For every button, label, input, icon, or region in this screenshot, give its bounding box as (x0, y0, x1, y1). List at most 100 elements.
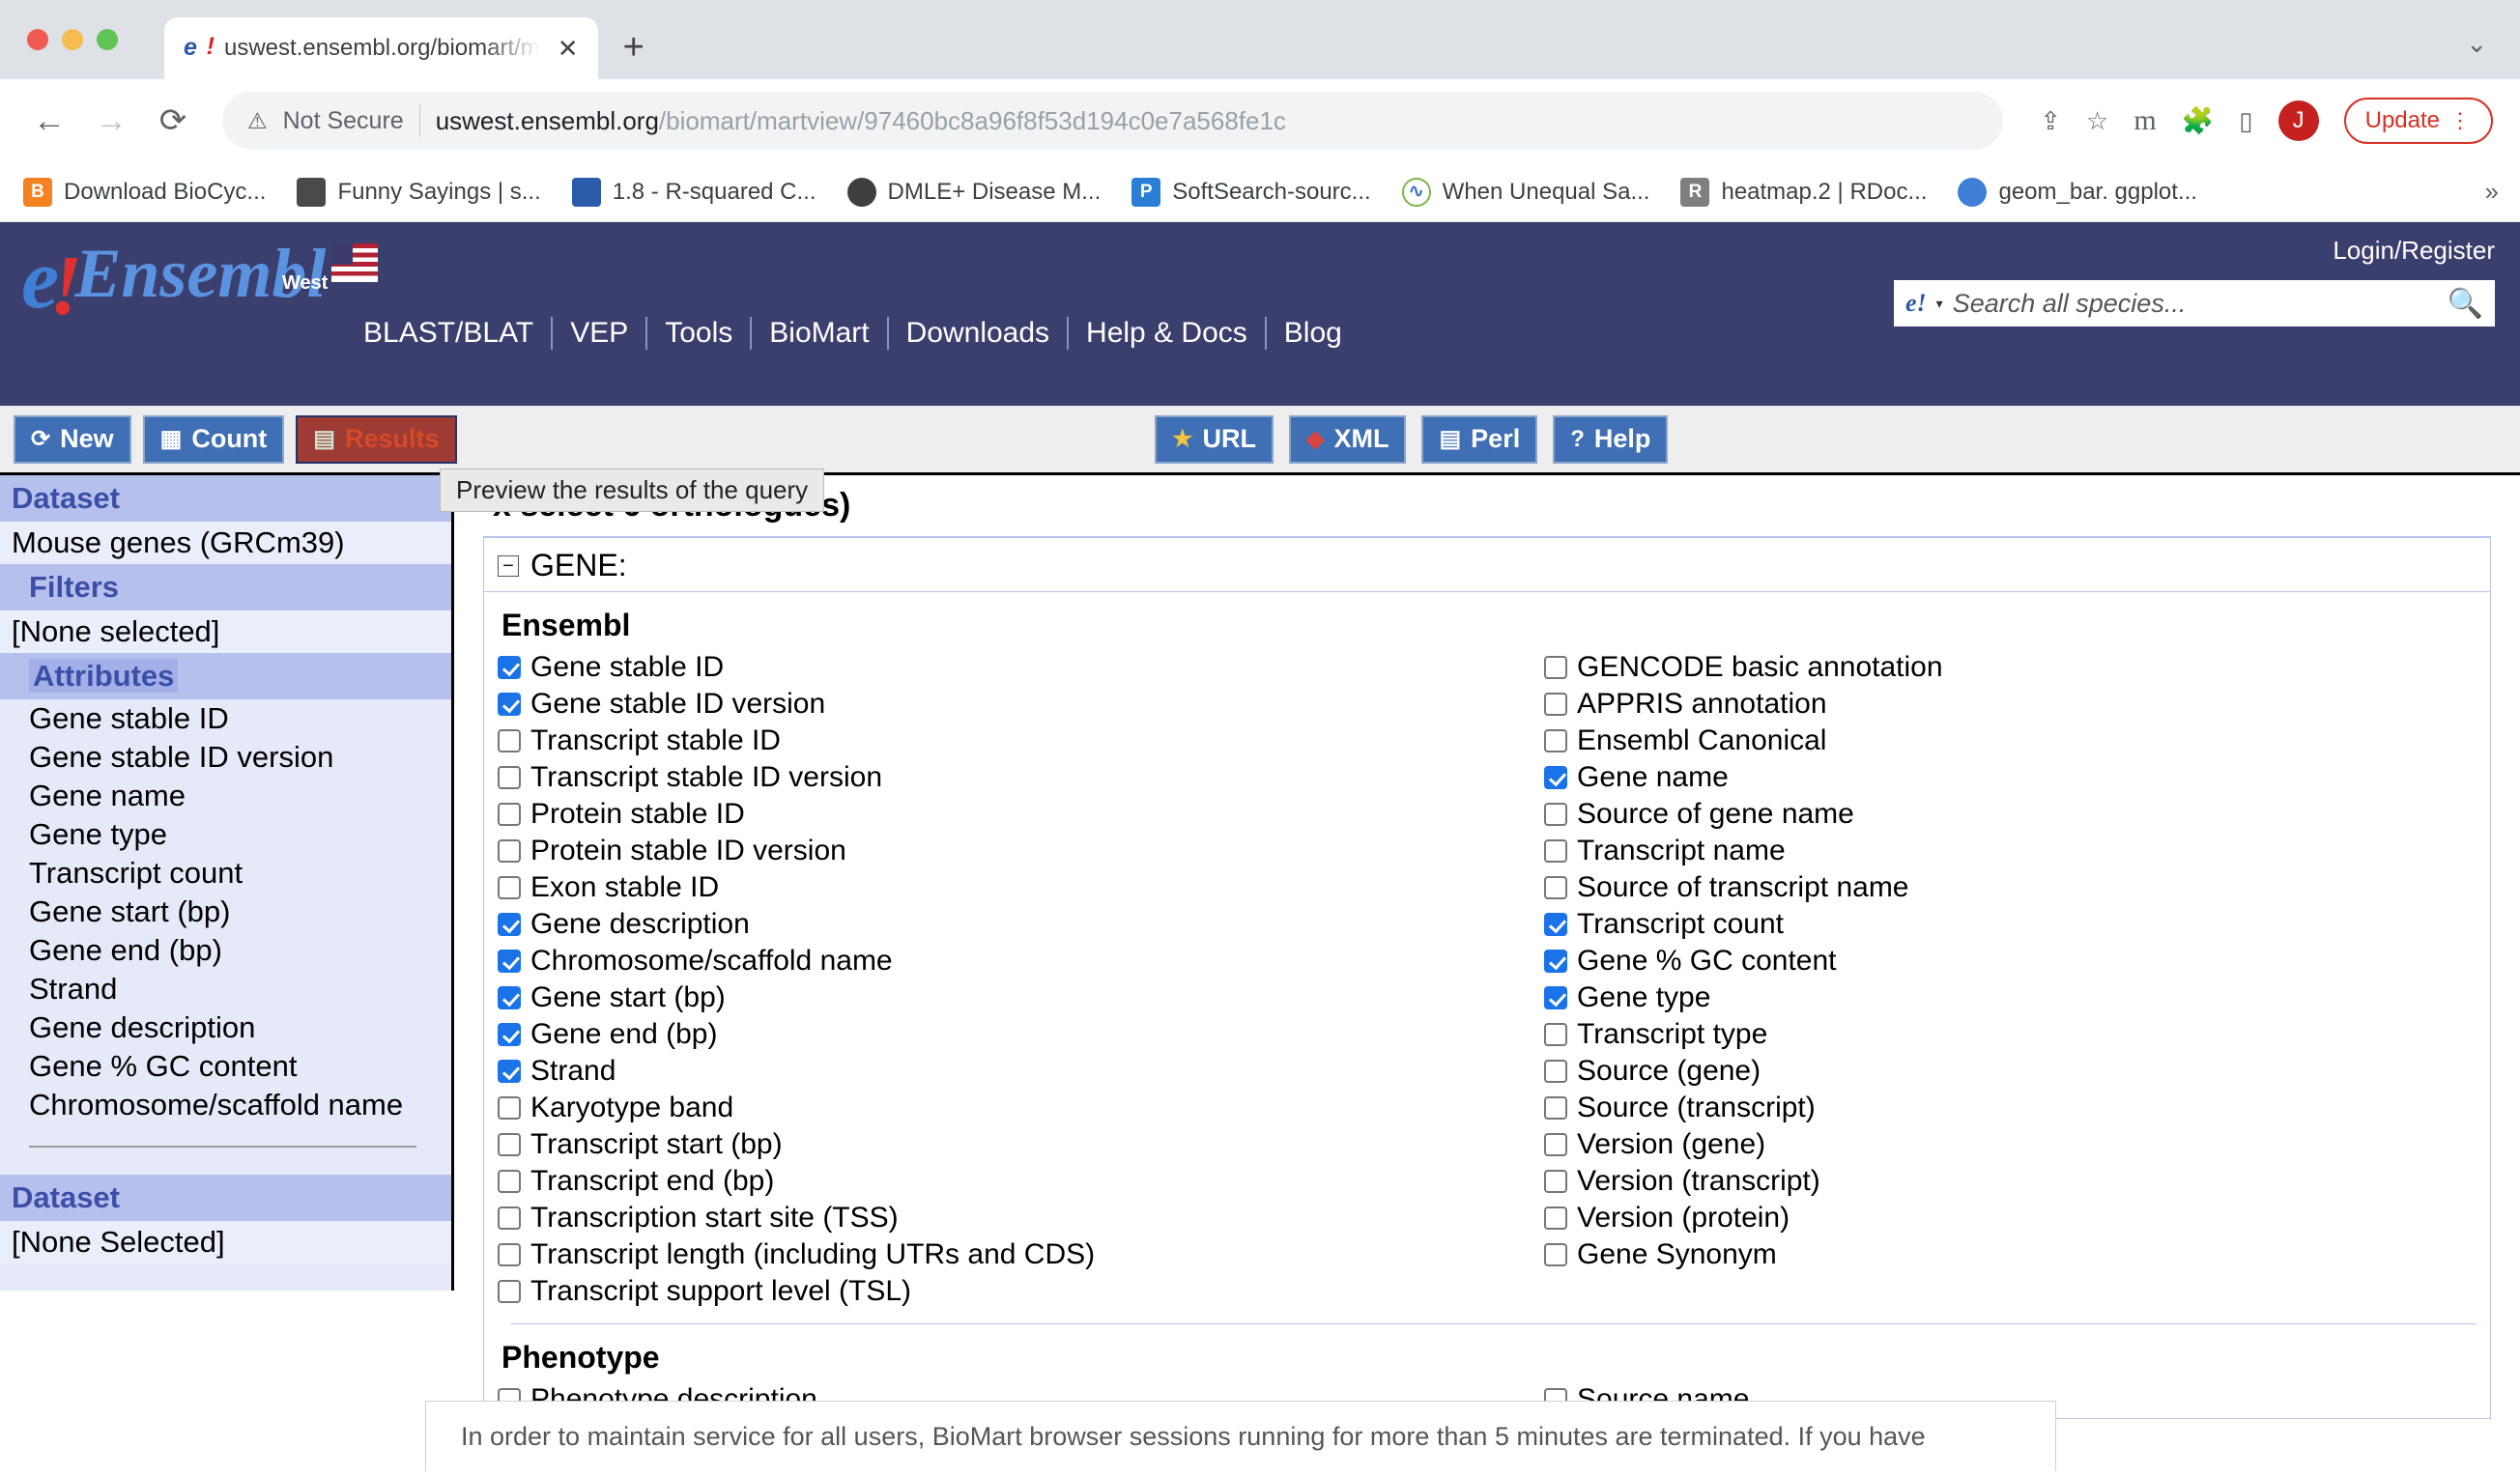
species-search-box[interactable]: e! ▾ Search all species... 🔍 (1894, 280, 2495, 326)
search-icon[interactable]: 🔍 (2448, 287, 2483, 321)
sidebar-section-filters[interactable]: Filters (0, 564, 451, 610)
attribute-checkbox-row[interactable]: Transcript count (1544, 906, 2490, 943)
help-button[interactable]: ? Help (1553, 414, 1669, 464)
minimize-window-button[interactable] (62, 29, 83, 50)
sidebar-dataset2-value[interactable]: [None Selected] (0, 1221, 451, 1263)
nav-link-help-docs[interactable]: Help & Docs (1069, 317, 1265, 350)
checkbox[interactable] (1544, 729, 1567, 752)
checkbox[interactable] (1544, 1170, 1567, 1193)
sidebar-section-attributes[interactable]: Attributes (0, 653, 451, 699)
attribute-checkbox-row[interactable]: Version (transcript) (1544, 1163, 2490, 1200)
attribute-checkbox-row[interactable]: Source (gene) (1544, 1053, 2490, 1090)
checkbox[interactable] (1544, 693, 1567, 716)
attribute-checkbox-row[interactable]: Strand (498, 1053, 1494, 1090)
update-button[interactable]: Update ⋮ (2343, 98, 2493, 144)
attribute-checkbox-row[interactable]: Transcript length (including UTRs and CD… (498, 1236, 1494, 1273)
checkbox[interactable] (498, 876, 521, 899)
bookmark-item[interactable]: 1.8 - R-squared C... (571, 177, 816, 207)
sidebar-attribute-item[interactable]: Strand (0, 970, 451, 1008)
checkbox[interactable] (1544, 1096, 1567, 1120)
attribute-checkbox-row[interactable]: Gene Synonym (1544, 1236, 2490, 1273)
attribute-checkbox-row[interactable]: Transcript start (bp) (498, 1126, 1494, 1163)
attribute-checkbox-row[interactable]: Source (transcript) (1544, 1090, 2490, 1126)
attributes-panel-header[interactable]: − GENE: (484, 538, 2490, 592)
bookmark-item[interactable]: Funny Sayings | s... (297, 177, 541, 207)
sidebar-dataset-value[interactable]: Mouse genes (GRCm39) (0, 522, 451, 564)
nav-link-blast-blat[interactable]: BLAST/BLAT (346, 317, 551, 350)
attribute-checkbox-row[interactable]: Protein stable ID version (498, 833, 1494, 869)
checkbox[interactable] (1544, 656, 1567, 679)
attribute-checkbox-row[interactable]: Protein stable ID (498, 796, 1494, 833)
sidebar-attribute-item[interactable]: Gene end (bp) (0, 931, 451, 970)
checkbox[interactable] (498, 1280, 521, 1303)
attribute-checkbox-row[interactable]: Gene stable ID (498, 649, 1494, 686)
new-tab-button[interactable]: + (623, 29, 644, 66)
checkbox[interactable] (1544, 1243, 1567, 1266)
new-button[interactable]: ⟳ New (14, 414, 131, 464)
attribute-checkbox-row[interactable]: Source of gene name (1544, 796, 2490, 833)
checkbox[interactable] (498, 913, 521, 936)
checkbox[interactable] (498, 986, 521, 1009)
bookmark-item[interactable]: geom_bar. ggplot... (1958, 177, 2197, 207)
sidebar-attribute-item[interactable]: Gene % GC content (0, 1047, 451, 1086)
attribute-checkbox-row[interactable]: Version (gene) (1544, 1126, 2490, 1163)
maximize-window-button[interactable] (97, 29, 118, 50)
checkbox[interactable] (498, 656, 521, 679)
attribute-checkbox-row[interactable]: Exon stable ID (498, 869, 1494, 906)
collapse-icon[interactable]: − (498, 554, 519, 577)
attribute-checkbox-row[interactable]: Ensembl Canonical (1544, 723, 2490, 759)
attribute-checkbox-row[interactable]: Gene end (bp) (498, 1016, 1494, 1053)
sidebar-attribute-item[interactable]: Gene start (bp) (0, 893, 451, 931)
nav-link-blog[interactable]: Blog (1267, 317, 1360, 350)
reload-button[interactable]: ⟳ (151, 104, 195, 137)
checkbox[interactable] (1544, 950, 1567, 973)
xml-button[interactable]: ◆ XML (1289, 414, 1407, 464)
share-icon[interactable]: ⇪ (2040, 106, 2061, 136)
checkbox[interactable] (1544, 986, 1567, 1009)
checkbox[interactable] (1544, 1023, 1567, 1046)
checkbox[interactable] (498, 803, 521, 826)
browser-tab[interactable]: e uswest.ensembl.org/biomart/m ✕ (164, 17, 598, 79)
bookmark-item[interactable]: Rheatmap.2 | RDoc... (1680, 177, 1927, 207)
attribute-checkbox-row[interactable]: Gene start (bp) (498, 979, 1494, 1016)
attribute-checkbox-row[interactable]: Transcript stable ID version (498, 759, 1494, 796)
checkbox[interactable] (498, 766, 521, 789)
url-button[interactable]: ★ URL (1155, 414, 1274, 464)
attribute-checkbox-row[interactable]: Source of transcript name (1544, 869, 2490, 906)
nav-link-vep[interactable]: VEP (553, 317, 645, 350)
forward-button[interactable]: → (89, 104, 133, 137)
checkbox[interactable] (498, 1243, 521, 1266)
attribute-checkbox-row[interactable]: Version (protein) (1544, 1200, 2490, 1236)
bookmark-item[interactable]: DMLE+ Disease M... (846, 177, 1101, 207)
nav-link-tools[interactable]: Tools (647, 317, 750, 350)
checkbox[interactable] (498, 1023, 521, 1046)
checkbox[interactable] (498, 950, 521, 973)
checkbox[interactable] (1544, 1206, 1567, 1230)
nav-link-biomart[interactable]: BioMart (752, 317, 886, 350)
attribute-checkbox-row[interactable]: Gene name (1544, 759, 2490, 796)
sidebar-attribute-item[interactable]: Gene stable ID (0, 699, 451, 738)
attribute-checkbox-row[interactable]: Gene % GC content (1544, 943, 2490, 979)
sidebar-attribute-item[interactable]: Chromosome/scaffold name (0, 1086, 451, 1124)
bookmark-item[interactable]: ∿ When Unequal Sa... (1401, 177, 1649, 207)
checkbox[interactable] (498, 1170, 521, 1193)
checkbox[interactable] (1544, 803, 1567, 826)
close-window-button[interactable] (27, 29, 48, 50)
checkbox[interactable] (498, 839, 521, 863)
sidebar-attribute-item[interactable]: Gene name (0, 777, 451, 815)
checkbox[interactable] (498, 729, 521, 752)
sidebar-attribute-item[interactable]: Gene description (0, 1008, 451, 1047)
attribute-checkbox-row[interactable]: Transcript end (bp) (498, 1163, 1494, 1200)
attribute-checkbox-row[interactable]: Gene stable ID version (498, 686, 1494, 723)
attribute-checkbox-row[interactable]: Gene type (1544, 979, 2490, 1016)
perl-button[interactable]: ▤ Perl (1421, 414, 1538, 464)
profile-avatar[interactable]: J (2277, 100, 2319, 141)
bookmarks-overflow-icon[interactable]: » (2485, 177, 2499, 207)
checkbox[interactable] (1544, 1133, 1567, 1156)
extensions-puzzle-icon[interactable]: 🧩 (2182, 105, 2215, 136)
checkbox[interactable] (1544, 876, 1567, 899)
bookmark-item[interactable]: B Download BioCyc... (23, 177, 266, 207)
attribute-checkbox-row[interactable]: Gene description (498, 906, 1494, 943)
attribute-checkbox-row[interactable]: Transcript type (1544, 1016, 2490, 1053)
sidebar-attribute-item[interactable]: Transcript count (0, 854, 451, 893)
